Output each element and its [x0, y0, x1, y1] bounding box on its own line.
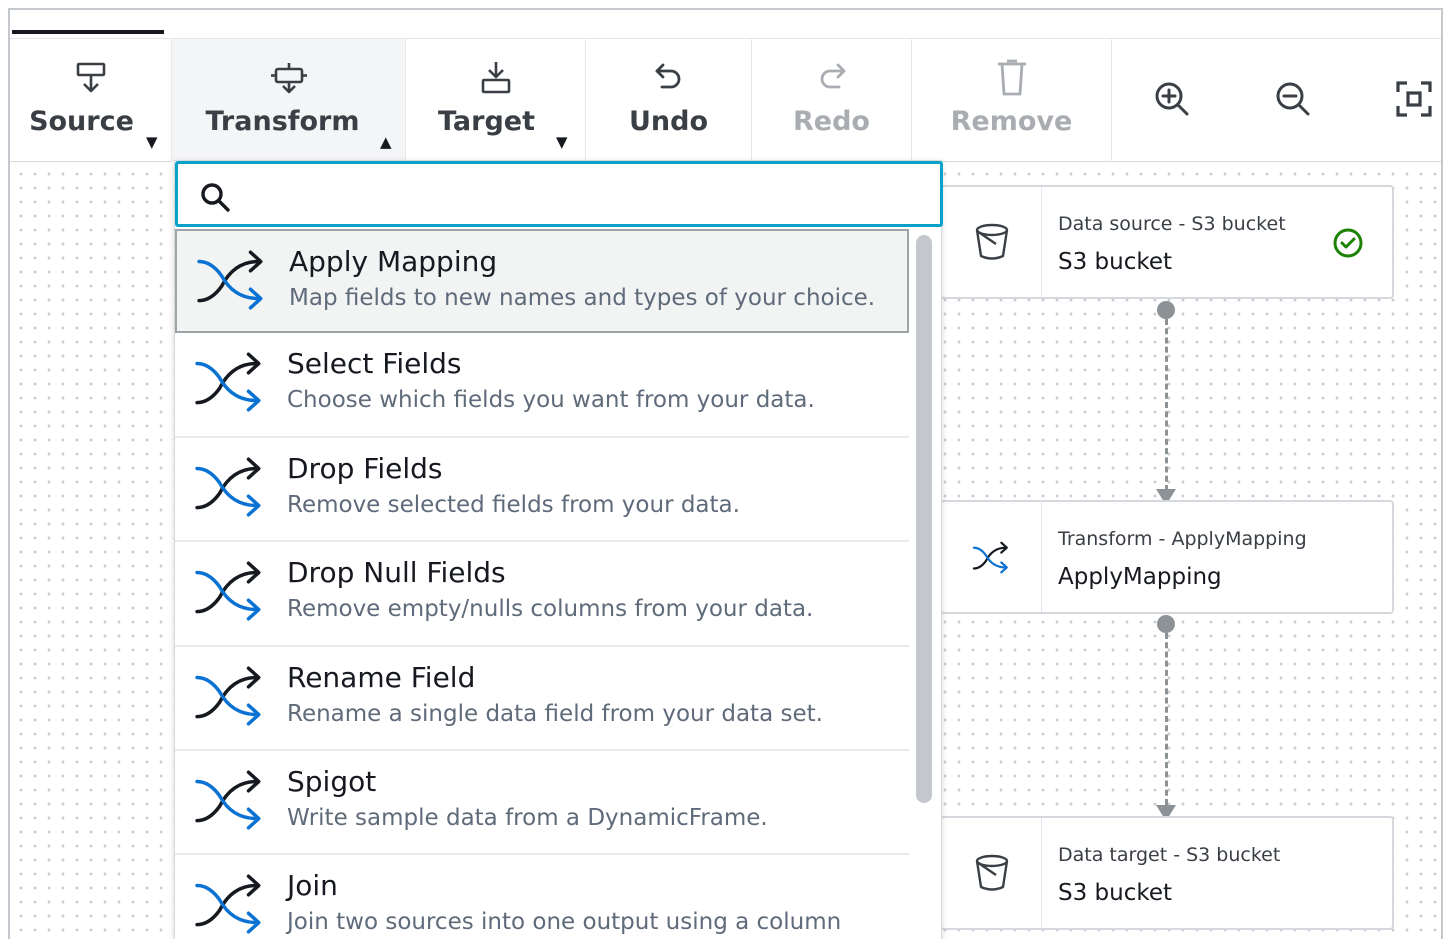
transform-option-description: Write sample data from a DynamicFrame.	[287, 804, 768, 831]
shuffle-icon	[195, 349, 267, 417]
remove-label: Remove	[950, 106, 1073, 137]
bucket-icon	[942, 818, 1042, 928]
node-title: Data source - S3 bucket	[1058, 213, 1286, 235]
transform-option-name: Drop Null Fields	[287, 556, 506, 590]
shuffle-icon	[195, 663, 267, 731]
transform-option[interactable]: Rename Field Rename a single data field f…	[175, 646, 909, 751]
transform-option-name: Apply Mapping	[289, 245, 498, 278]
caret-down-icon: ▼	[556, 133, 568, 151]
source-icon	[10, 61, 171, 95]
node-name: S3 bucket	[1058, 249, 1173, 275]
shuffle-icon	[942, 502, 1042, 612]
transform-option-description: Join two sources into one output using a…	[287, 909, 842, 936]
transform-option[interactable]: Select Fields Choose which fields you wan…	[175, 333, 909, 438]
shuffle-icon	[195, 558, 267, 626]
node-name: ApplyMapping	[1058, 564, 1222, 590]
transform-option[interactable]: Drop Fields Remove selected fields from y…	[175, 437, 909, 543]
transform-option-name: Select Fields	[287, 347, 462, 381]
shuffle-icon	[197, 247, 269, 315]
toolbar: Source ▼ Transform ▲ Target ▼ Undo Redo …	[10, 38, 1441, 162]
target-button[interactable]: Target ▼	[406, 39, 586, 162]
redo-icon	[752, 61, 911, 95]
zoom-out-icon[interactable]	[1273, 79, 1313, 119]
edge-connector	[1165, 319, 1168, 491]
remove-button[interactable]: Remove	[912, 39, 1112, 162]
transform-option-name: Spigot	[287, 764, 377, 798]
scrollbar[interactable]	[916, 235, 932, 803]
search-icon	[198, 180, 232, 218]
target-icon	[406, 61, 585, 95]
transform-list: Apply Mapping Map fields to new names and…	[175, 229, 909, 939]
shuffle-icon	[195, 871, 267, 939]
transform-button[interactable]: Transform ▲	[172, 39, 406, 162]
transform-option-description: Choose which fields you want from your d…	[287, 387, 815, 414]
undo-label: Undo	[628, 106, 709, 137]
transform-option-description: Remove empty/nulls columns from your dat…	[287, 596, 814, 623]
search-input[interactable]	[246, 174, 926, 216]
transform-option[interactable]: Spigot Write sample data from a DynamicFr…	[175, 750, 909, 856]
undo-button[interactable]: Undo	[586, 39, 752, 162]
node-transform[interactable]: Transform - ApplyMapping ApplyMapping	[940, 500, 1394, 614]
transform-option-description: Map fields to new names and types of you…	[289, 285, 876, 311]
caret-down-icon: ▼	[146, 133, 158, 151]
edge-start-handle[interactable]	[1157, 615, 1175, 633]
fit-to-screen-icon[interactable]	[1394, 79, 1434, 119]
transform-option[interactable]: Join Join two sources into one output usi…	[175, 855, 909, 939]
bucket-icon	[942, 187, 1042, 297]
transform-option-name: Drop Fields	[287, 451, 443, 485]
edge-start-handle[interactable]	[1157, 301, 1175, 319]
zoom-in-icon[interactable]	[1152, 79, 1192, 119]
source-button[interactable]: Source ▼	[10, 39, 172, 162]
node-data-target[interactable]: Data target - S3 bucket S3 bucket	[940, 816, 1394, 930]
shuffle-icon	[195, 767, 267, 835]
redo-button[interactable]: Redo	[752, 39, 912, 162]
transform-option-description: Rename a single data field from your dat…	[287, 700, 823, 727]
transform-option-description: Remove selected fields from your data.	[287, 491, 740, 518]
node-name: S3 bucket	[1058, 880, 1173, 906]
node-title: Data target - S3 bucket	[1058, 844, 1281, 866]
undo-icon	[586, 61, 751, 95]
node-data-source[interactable]: Data source - S3 bucket S3 bucket	[940, 185, 1394, 299]
transform-option[interactable]: Drop Null Fields Remove empty/nulls colum…	[175, 542, 909, 647]
transform-option-name: Rename Field	[287, 660, 476, 694]
shuffle-icon	[195, 454, 267, 522]
transform-option[interactable]: Apply Mapping Map fields to new names and…	[175, 229, 909, 334]
search-box[interactable]	[175, 161, 943, 227]
success-check-icon	[1332, 227, 1364, 263]
node-title: Transform - ApplyMapping	[1058, 528, 1307, 550]
transform-option-name: Join	[287, 869, 338, 903]
edge-connector	[1165, 633, 1168, 805]
active-tab-indicator	[12, 30, 164, 34]
transform-icon	[172, 61, 405, 95]
transform-dropdown: Apply Mapping Map fields to new names and…	[174, 160, 943, 939]
redo-label: Redo	[793, 106, 870, 137]
transform-label: Transform	[205, 106, 360, 137]
trash-icon	[912, 59, 1111, 96]
visual-editor: Source ▼ Transform ▲ Target ▼ Undo Redo …	[8, 8, 1443, 939]
